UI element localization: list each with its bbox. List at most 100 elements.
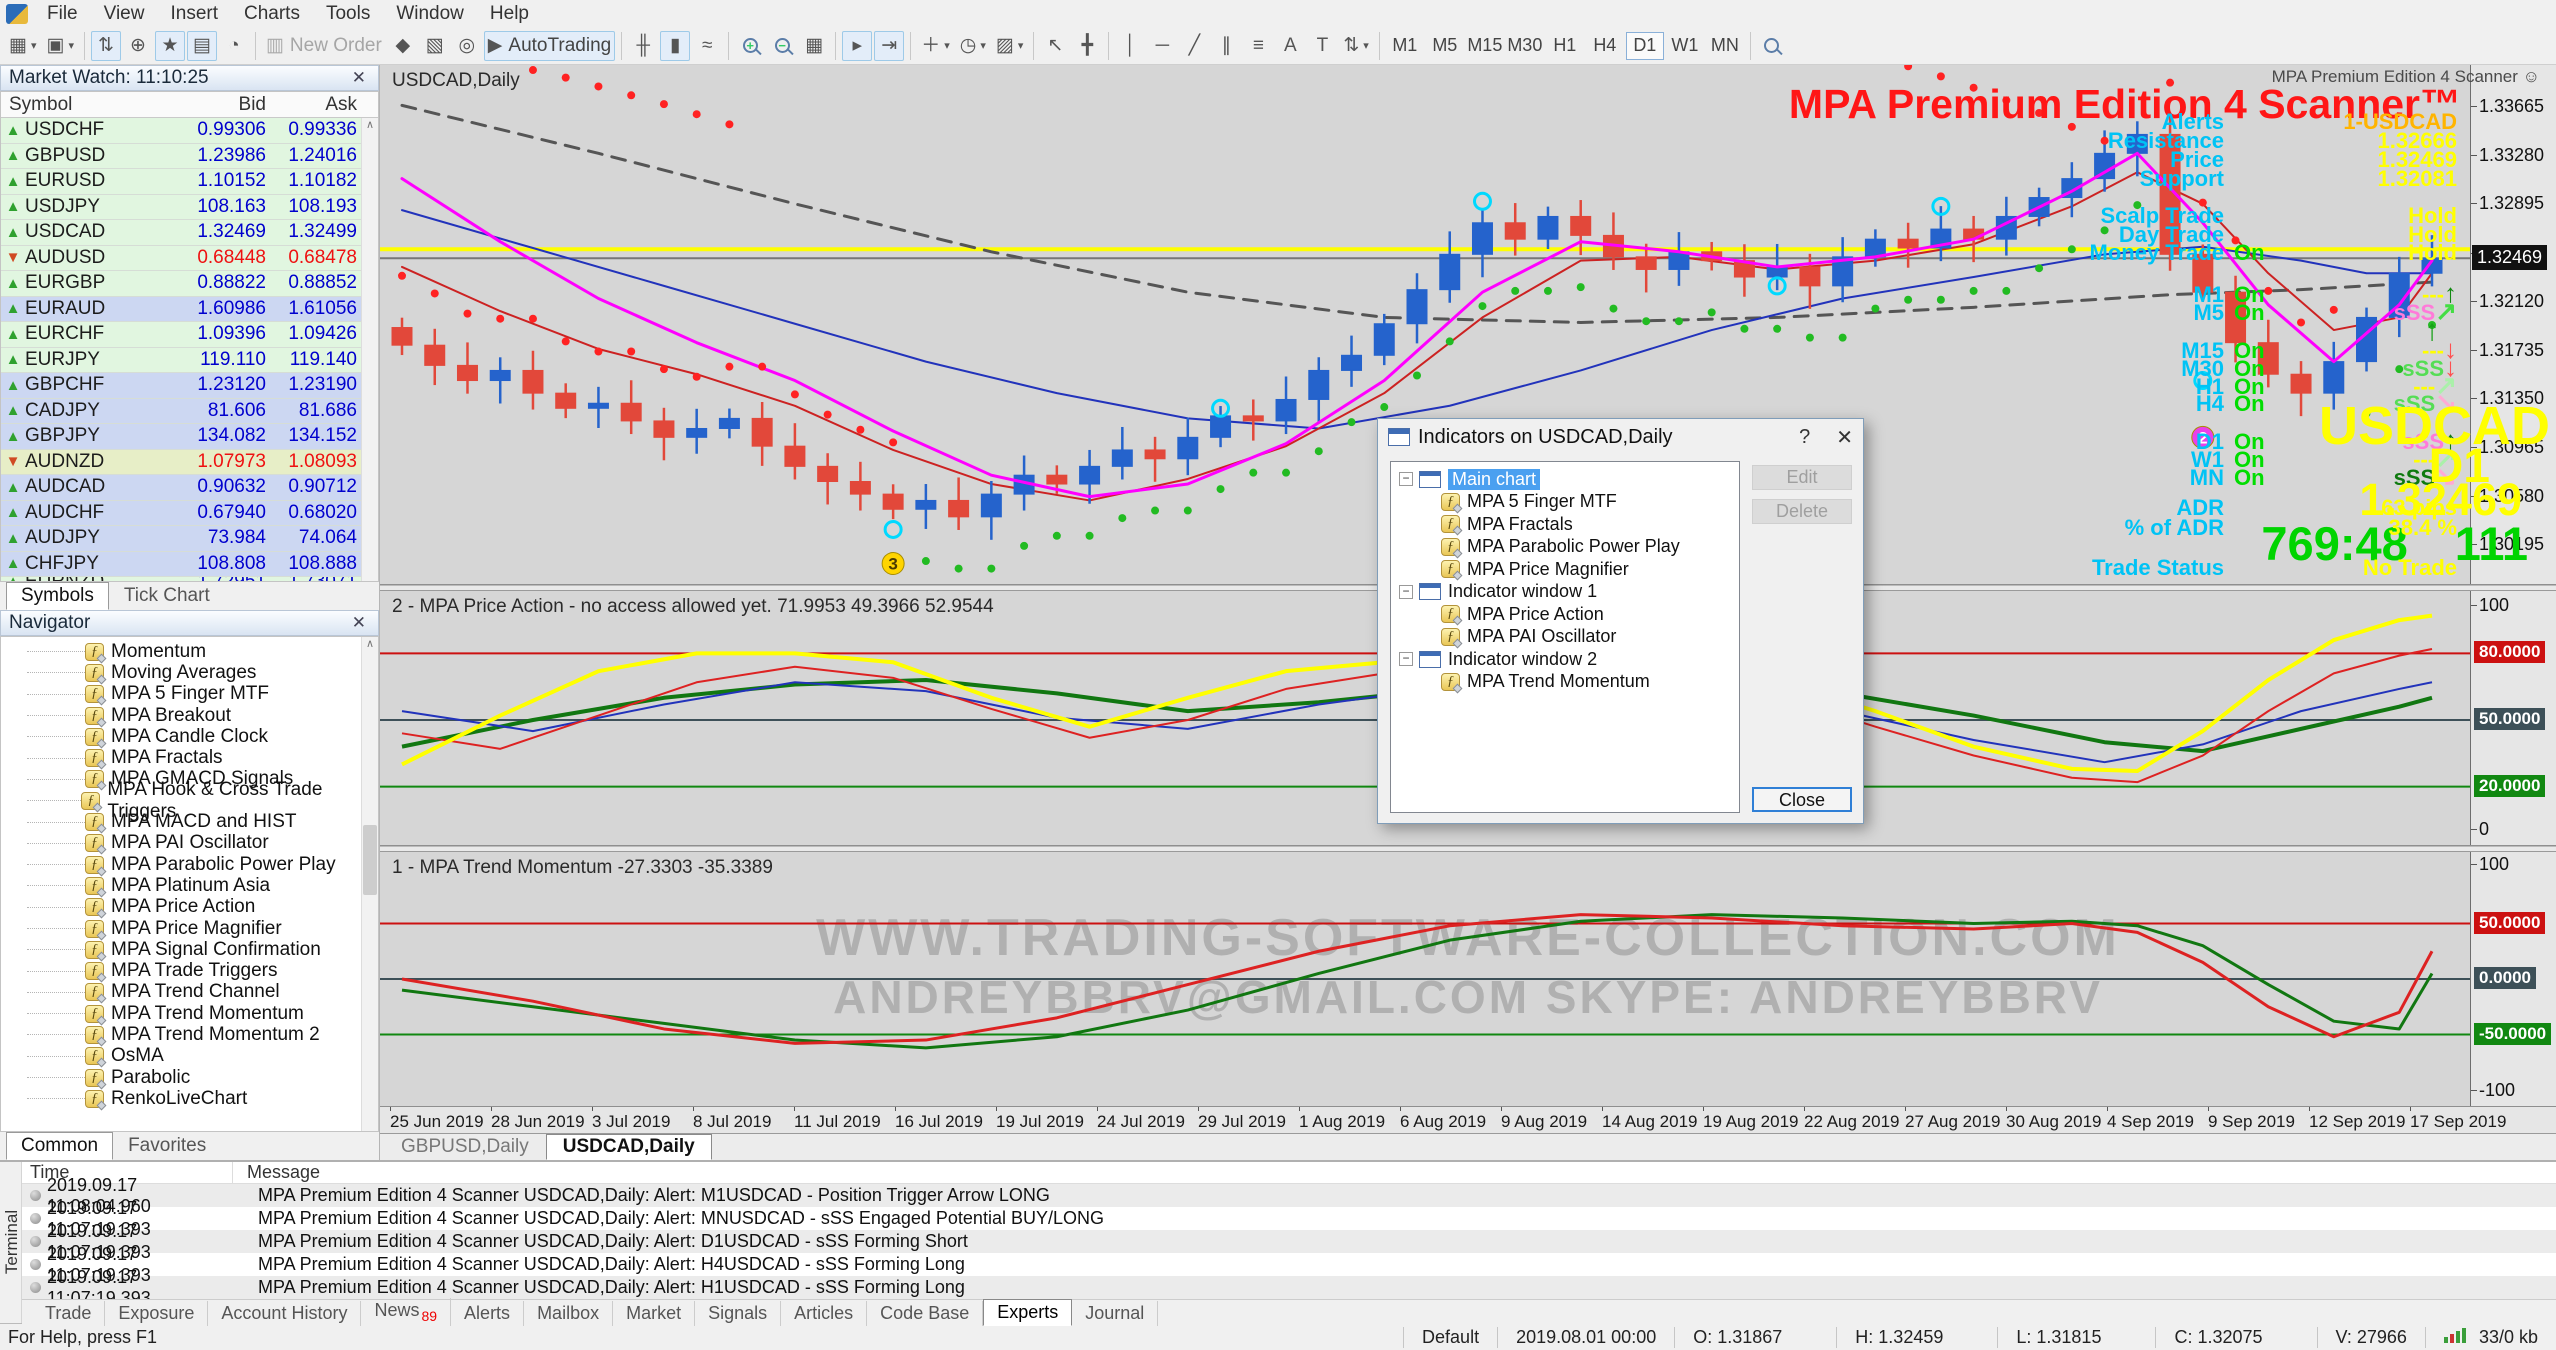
- status-profile[interactable]: Default: [1403, 1327, 1497, 1348]
- market-watch-row-gbpusd[interactable]: ▲GBPUSD1.239861.24016: [1, 144, 378, 170]
- terminal-tab-mailbox[interactable]: Mailbox: [524, 1301, 613, 1326]
- tile-windows-button[interactable]: ▦: [799, 31, 829, 61]
- tree-leaf[interactable]: ƒMPA Price Action: [1395, 603, 1735, 626]
- tree-node[interactable]: −Indicator window 1: [1395, 581, 1735, 604]
- navigator-item[interactable]: ƒMPA Trend Momentum: [1, 1003, 378, 1024]
- terminal-tab-code-base[interactable]: Code Base: [867, 1301, 983, 1326]
- terminal-message-row[interactable]: 2019.09.17 11:08:04.960MPA Premium Editi…: [22, 1184, 2556, 1207]
- timeframe-w1-button[interactable]: W1: [1666, 32, 1704, 60]
- autotrading-button[interactable]: ▶AutoTrading: [484, 31, 615, 61]
- data-window-button[interactable]: ⊕: [123, 31, 153, 61]
- navigator-item[interactable]: ƒMPA Hook & Cross Trade Triggers: [1, 790, 378, 811]
- column-header-bid[interactable]: Bid: [171, 94, 266, 116]
- tab-tick-chart[interactable]: Tick Chart: [109, 582, 225, 610]
- menu-charts[interactable]: Charts: [231, 1, 313, 27]
- timeframe-h4-button[interactable]: H4: [1586, 32, 1624, 60]
- timeframe-m30-button[interactable]: M30: [1506, 32, 1544, 60]
- navigator-item[interactable]: ƒMPA Signal Confirmation: [1, 939, 378, 960]
- vertical-line-button[interactable]: │: [1115, 31, 1145, 61]
- terminal-tab-signals[interactable]: Signals: [695, 1301, 781, 1326]
- close-button[interactable]: Close: [1752, 787, 1852, 812]
- navigator-item[interactable]: ƒMPA Trade Triggers: [1, 960, 378, 981]
- terminal-message-row[interactable]: 2019.09.17 11:07:19.393MPA Premium Editi…: [22, 1230, 2556, 1253]
- terminal-tab-news[interactable]: News89: [361, 1298, 451, 1326]
- terminal-message-row[interactable]: 2019.09.17 11:07:19.393MPA Premium Editi…: [22, 1253, 2556, 1276]
- timeframe-m5-button[interactable]: M5: [1426, 32, 1464, 60]
- column-header-symbol[interactable]: Symbol: [1, 94, 171, 116]
- market-watch-row-eurgbp[interactable]: ▲EURGBP0.888220.88852: [1, 271, 378, 297]
- auto-scroll-button[interactable]: ▸: [842, 31, 872, 61]
- menu-tools[interactable]: Tools: [313, 1, 383, 27]
- close-icon[interactable]: ✕: [348, 68, 370, 88]
- market-watch-row-audjpy[interactable]: ▲AUDJPY73.98474.064: [1, 526, 378, 552]
- close-icon[interactable]: ✕: [1836, 425, 1853, 450]
- menu-help[interactable]: Help: [477, 1, 542, 27]
- menu-file[interactable]: File: [34, 1, 91, 27]
- navigator-item[interactable]: ƒOsMA: [1, 1046, 378, 1067]
- tree-leaf[interactable]: ƒMPA Price Magnifier: [1395, 558, 1735, 581]
- navigator-item[interactable]: ƒMPA Parabolic Power Play: [1, 854, 378, 875]
- cursor-button[interactable]: ↖: [1040, 31, 1070, 61]
- market-watch-row-audusd[interactable]: ▼AUDUSD0.684480.68478: [1, 246, 378, 272]
- text-label-button[interactable]: T: [1307, 31, 1337, 61]
- close-icon[interactable]: ✕: [348, 613, 370, 633]
- navigator-item[interactable]: ƒRenkoLiveChart: [1, 1088, 378, 1109]
- dialog-indicator-tree[interactable]: −Main chartƒMPA 5 Finger MTFƒMPA Fractal…: [1390, 461, 1740, 813]
- profiles-button[interactable]: ▣▾: [42, 31, 77, 61]
- zoom-in-button[interactable]: +: [735, 31, 765, 61]
- navigator-item[interactable]: ƒMPA Platinum Asia: [1, 875, 378, 896]
- market-watch-row-audnzd[interactable]: ▼AUDNZD1.079731.08093: [1, 450, 378, 476]
- terminal-tab-journal[interactable]: Journal: [1072, 1301, 1158, 1326]
- community-button[interactable]: ◎: [452, 31, 482, 61]
- horizontal-line-button[interactable]: ─: [1147, 31, 1177, 61]
- line-chart-button[interactable]: ≈: [692, 31, 722, 61]
- navigator-item[interactable]: ƒMPA Candle Clock: [1, 726, 378, 747]
- market-watch-row-usdcad[interactable]: ▲USDCAD1.324691.32499: [1, 220, 378, 246]
- market-watch-row-usdchf[interactable]: ▲USDCHF0.993060.99336: [1, 118, 378, 144]
- market-watch-row-usdjpy[interactable]: ▲USDJPY108.163108.193: [1, 195, 378, 221]
- navigator-item[interactable]: ƒMoving Averages: [1, 662, 378, 683]
- market-watch-row-gbpjpy[interactable]: ▲GBPJPY134.082134.152: [1, 424, 378, 450]
- candlestick-chart-button[interactable]: ▮: [660, 31, 690, 61]
- tree-leaf[interactable]: ƒMPA PAI Oscillator: [1395, 626, 1735, 649]
- tab-favorites[interactable]: Favorites: [113, 1132, 221, 1160]
- chart-shift-button[interactable]: ⇥: [874, 31, 904, 61]
- market-watch-row-audcad[interactable]: ▲AUDCAD0.906320.90712: [1, 475, 378, 501]
- bar-chart-button[interactable]: ╫: [628, 31, 658, 61]
- chart-tab-usdcad-daily[interactable]: USDCAD,Daily: [546, 1134, 712, 1160]
- strategy-tester-button[interactable]: ◔: [219, 31, 249, 61]
- market-watch-row-chfjpy[interactable]: ▲CHFJPY108.808108.888: [1, 552, 378, 578]
- collapse-icon[interactable]: −: [1399, 652, 1413, 666]
- collapse-icon[interactable]: −: [1399, 472, 1413, 486]
- symbol-search-button[interactable]: [1757, 31, 1787, 61]
- market-watch-row-eurnzd[interactable]: ▲EURNZD1.729511.73071: [1, 577, 378, 582]
- terminal-tab-exposure[interactable]: Exposure: [105, 1301, 208, 1326]
- navigator-item[interactable]: ƒMPA PAI Oscillator: [1, 833, 378, 854]
- market-watch-scrollbar[interactable]: ∧: [361, 118, 378, 581]
- navigator-item[interactable]: ƒMPA Trend Momentum 2: [1, 1024, 378, 1045]
- tree-leaf[interactable]: ƒMPA Parabolic Power Play: [1395, 536, 1735, 559]
- indicator1-scale[interactable]: 10080.000050.000020.00000: [2470, 591, 2556, 845]
- navigator-scrollbar[interactable]: ∧: [361, 637, 378, 1131]
- terminal-message-row[interactable]: 2019.09.17 11:07:19.393MPA Premium Editi…: [22, 1207, 2556, 1230]
- market-watch-row-eurusd[interactable]: ▲EURUSD1.101521.10182: [1, 169, 378, 195]
- terminal-message-row[interactable]: 2019.09.17 11:07:19.393MPA Premium Editi…: [22, 1276, 2556, 1299]
- trendline-button[interactable]: ╱: [1179, 31, 1209, 61]
- terminal-tab-experts[interactable]: Experts: [983, 1299, 1072, 1326]
- terminal-tab-articles[interactable]: Articles: [781, 1301, 867, 1326]
- market-watch-button[interactable]: ⇅: [91, 31, 121, 61]
- new-chart-button[interactable]: ▦▾: [5, 31, 40, 61]
- dialog-title-bar[interactable]: Indicators on USDCAD,Daily ? ✕: [1378, 419, 1863, 455]
- menu-view[interactable]: View: [91, 1, 158, 27]
- navigator-item[interactable]: ƒMPA 5 Finger MTF: [1, 684, 378, 705]
- market-watch-row-cadjpy[interactable]: ▲CADJPY81.60681.686: [1, 399, 378, 425]
- tree-node[interactable]: −Main chart: [1395, 468, 1735, 491]
- indicator2-scale[interactable]: 10050.00000.0000-50.0000-100: [2470, 852, 2556, 1106]
- navigator-item[interactable]: ƒParabolic: [1, 1067, 378, 1088]
- terminal-tab-trade[interactable]: Trade: [32, 1301, 105, 1326]
- market-watch-row-gbpchf[interactable]: ▲GBPCHF1.231201.23190: [1, 373, 378, 399]
- navigator-item[interactable]: ƒMPA Trend Channel: [1, 982, 378, 1003]
- tree-node[interactable]: −Indicator window 2: [1395, 648, 1735, 671]
- scrollbar-thumb[interactable]: [363, 825, 377, 895]
- terminal-tab-account-history[interactable]: Account History: [208, 1301, 361, 1326]
